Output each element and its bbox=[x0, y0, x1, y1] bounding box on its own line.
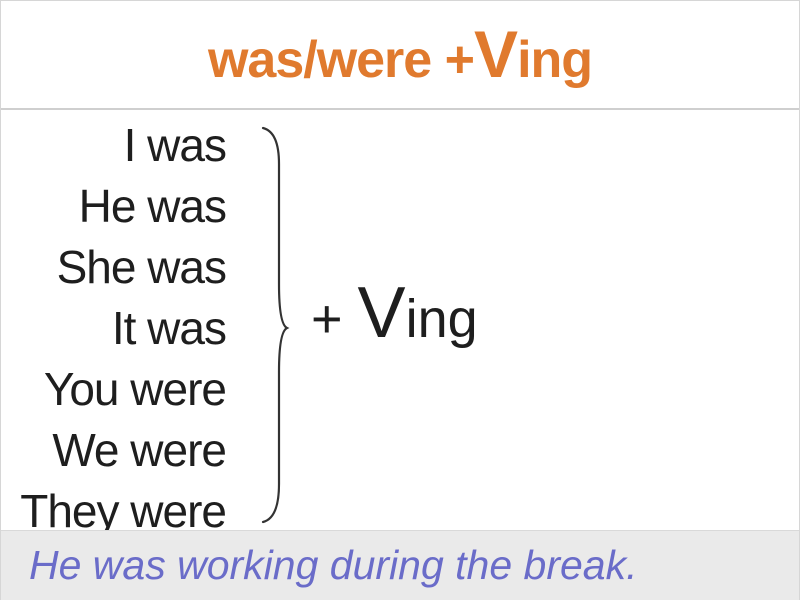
title-bar: was/were +Ving bbox=[1, 1, 799, 110]
slide: was/were +Ving I was He was She was It w… bbox=[0, 0, 800, 600]
curly-brace bbox=[261, 126, 290, 524]
formula-v-letter: V bbox=[357, 273, 406, 353]
pronoun-item: He was bbox=[78, 180, 227, 232]
pronoun-item: We were bbox=[52, 424, 227, 476]
pronoun-list: I was He was She was It was You were We … bbox=[1, 115, 227, 542]
formula: + Ving bbox=[311, 273, 478, 359]
formula-suffix: ing bbox=[405, 289, 478, 349]
formula-prefix: + bbox=[311, 289, 358, 349]
pronoun-item: I was bbox=[123, 119, 227, 171]
pronoun-item: It was bbox=[111, 302, 227, 354]
title-suffix: ing bbox=[517, 31, 593, 89]
conjugation-area: I was He was She was It was You were We … bbox=[1, 110, 799, 537]
pronoun-item: You were bbox=[43, 363, 227, 415]
title-prefix: was/were + bbox=[207, 31, 475, 89]
title-v-letter: V bbox=[474, 17, 518, 91]
pronoun-item: She was bbox=[56, 241, 227, 293]
example-bar: He was working during the break. bbox=[1, 530, 799, 600]
example-sentence: He was working during the break. bbox=[29, 542, 638, 588]
slide-title: was/were +Ving bbox=[1, 19, 799, 95]
